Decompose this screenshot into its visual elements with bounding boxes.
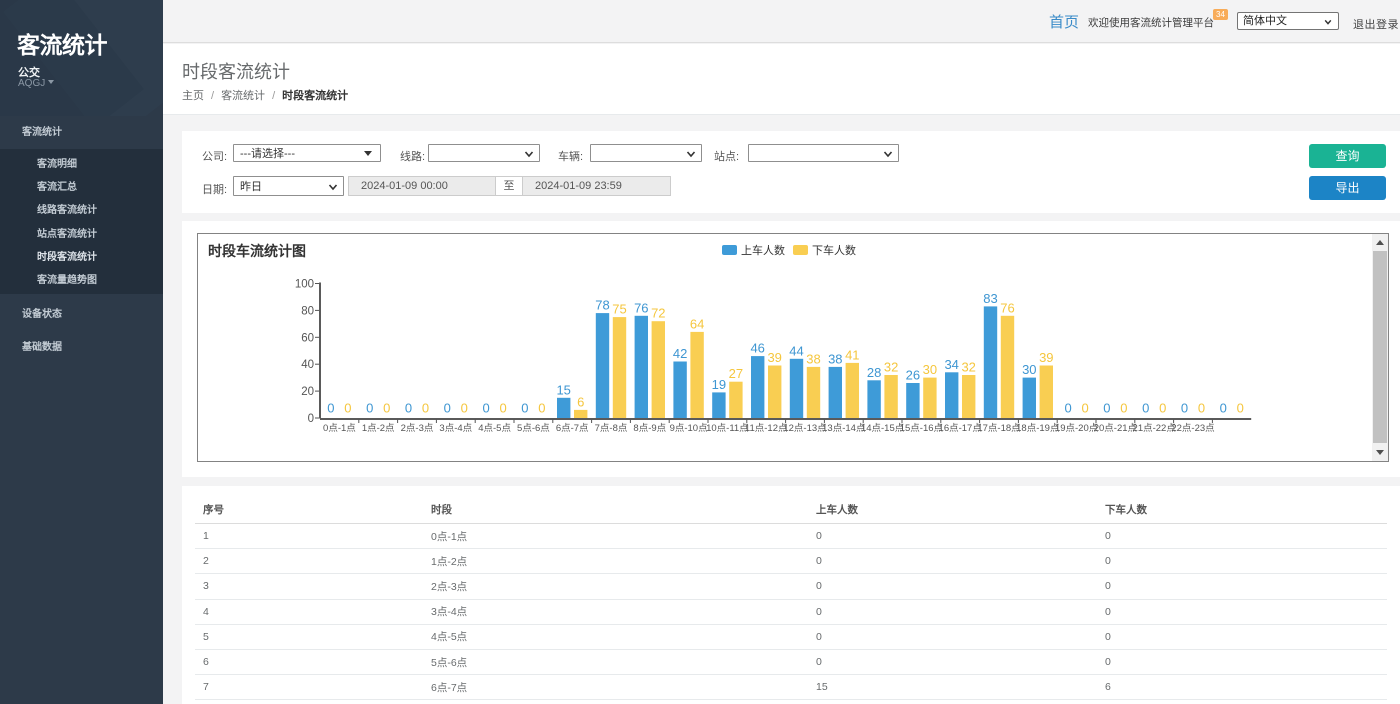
svg-text:0: 0	[1220, 401, 1227, 416]
svg-text:0: 0	[383, 401, 390, 416]
svg-text:6: 6	[577, 394, 584, 409]
svg-text:20: 20	[301, 386, 314, 398]
svg-text:0: 0	[422, 401, 429, 416]
svg-text:0: 0	[1103, 401, 1110, 416]
svg-text:6点-7点: 6点-7点	[556, 423, 589, 434]
svg-text:64: 64	[690, 316, 704, 331]
svg-text:41: 41	[845, 347, 859, 362]
svg-text:34: 34	[944, 357, 958, 372]
svg-text:5点-6点: 5点-6点	[517, 423, 550, 434]
svg-text:0: 0	[444, 401, 451, 416]
svg-text:3点-4点: 3点-4点	[439, 423, 472, 434]
svg-text:38: 38	[828, 351, 842, 366]
svg-text:20点-21点: 20点-21点	[1094, 423, 1138, 434]
svg-text:8点-9点: 8点-9点	[633, 423, 666, 434]
svg-text:17点-18点: 17点-18点	[977, 423, 1021, 434]
svg-text:78: 78	[595, 298, 609, 313]
svg-text:0: 0	[1120, 401, 1127, 416]
svg-text:27: 27	[729, 366, 743, 381]
svg-text:4点-5点: 4点-5点	[478, 423, 511, 434]
svg-text:40: 40	[301, 359, 314, 371]
svg-text:83: 83	[983, 291, 997, 306]
svg-text:0: 0	[327, 401, 334, 416]
svg-text:30: 30	[1022, 362, 1036, 377]
svg-text:13点-14点: 13点-14点	[822, 423, 866, 434]
svg-text:60: 60	[301, 332, 314, 344]
svg-text:19: 19	[712, 377, 726, 392]
svg-text:0: 0	[1181, 401, 1188, 416]
svg-text:0: 0	[308, 413, 314, 425]
svg-text:0: 0	[366, 401, 373, 416]
svg-text:75: 75	[612, 302, 626, 317]
svg-text:19点-20点: 19点-20点	[1055, 423, 1099, 434]
svg-text:0: 0	[1198, 401, 1205, 416]
svg-text:46: 46	[750, 341, 764, 356]
svg-text:16点-17点: 16点-17点	[939, 423, 983, 434]
svg-text:26: 26	[906, 368, 920, 383]
svg-text:32: 32	[884, 360, 898, 375]
svg-text:100: 100	[295, 279, 314, 291]
svg-text:32: 32	[961, 360, 975, 375]
svg-text:15点-16点: 15点-16点	[900, 423, 944, 434]
svg-text:38: 38	[806, 351, 820, 366]
svg-text:0点-1点: 0点-1点	[323, 423, 356, 434]
svg-text:7点-8点: 7点-8点	[595, 423, 628, 434]
svg-text:76: 76	[634, 300, 648, 315]
svg-text:44: 44	[789, 343, 803, 358]
svg-text:42: 42	[673, 346, 687, 361]
svg-text:11点-12点: 11点-12点	[745, 423, 788, 434]
svg-text:2点-3点: 2点-3点	[401, 423, 434, 434]
svg-text:0: 0	[538, 401, 545, 416]
svg-text:0: 0	[461, 401, 468, 416]
svg-text:14点-15点: 14点-15点	[861, 423, 905, 434]
svg-text:10点-11点: 10点-11点	[706, 423, 749, 434]
svg-text:9点-10点: 9点-10点	[670, 423, 709, 434]
svg-text:0: 0	[521, 401, 528, 416]
svg-text:1点-2点: 1点-2点	[362, 423, 395, 434]
svg-text:0: 0	[1081, 401, 1088, 416]
svg-text:12点-13点: 12点-13点	[783, 423, 827, 434]
svg-text:0: 0	[1064, 401, 1071, 416]
svg-text:0: 0	[1159, 401, 1166, 416]
svg-text:72: 72	[651, 306, 665, 321]
svg-text:0: 0	[405, 401, 412, 416]
svg-text:18点-19点: 18点-19点	[1016, 423, 1060, 434]
svg-text:21点-22点: 21点-22点	[1133, 423, 1177, 434]
svg-text:15: 15	[556, 382, 570, 397]
svg-text:39: 39	[1039, 350, 1053, 365]
svg-text:80: 80	[301, 305, 314, 317]
svg-text:30: 30	[923, 362, 937, 377]
svg-text:76: 76	[1000, 300, 1014, 315]
svg-text:28: 28	[867, 365, 881, 380]
svg-text:22点-23点: 22点-23点	[1171, 423, 1215, 434]
svg-text:39: 39	[767, 350, 781, 365]
svg-text:0: 0	[482, 401, 489, 416]
svg-text:0: 0	[344, 401, 351, 416]
svg-text:0: 0	[1237, 401, 1244, 416]
svg-text:0: 0	[499, 401, 506, 416]
svg-text:0: 0	[1142, 401, 1149, 416]
